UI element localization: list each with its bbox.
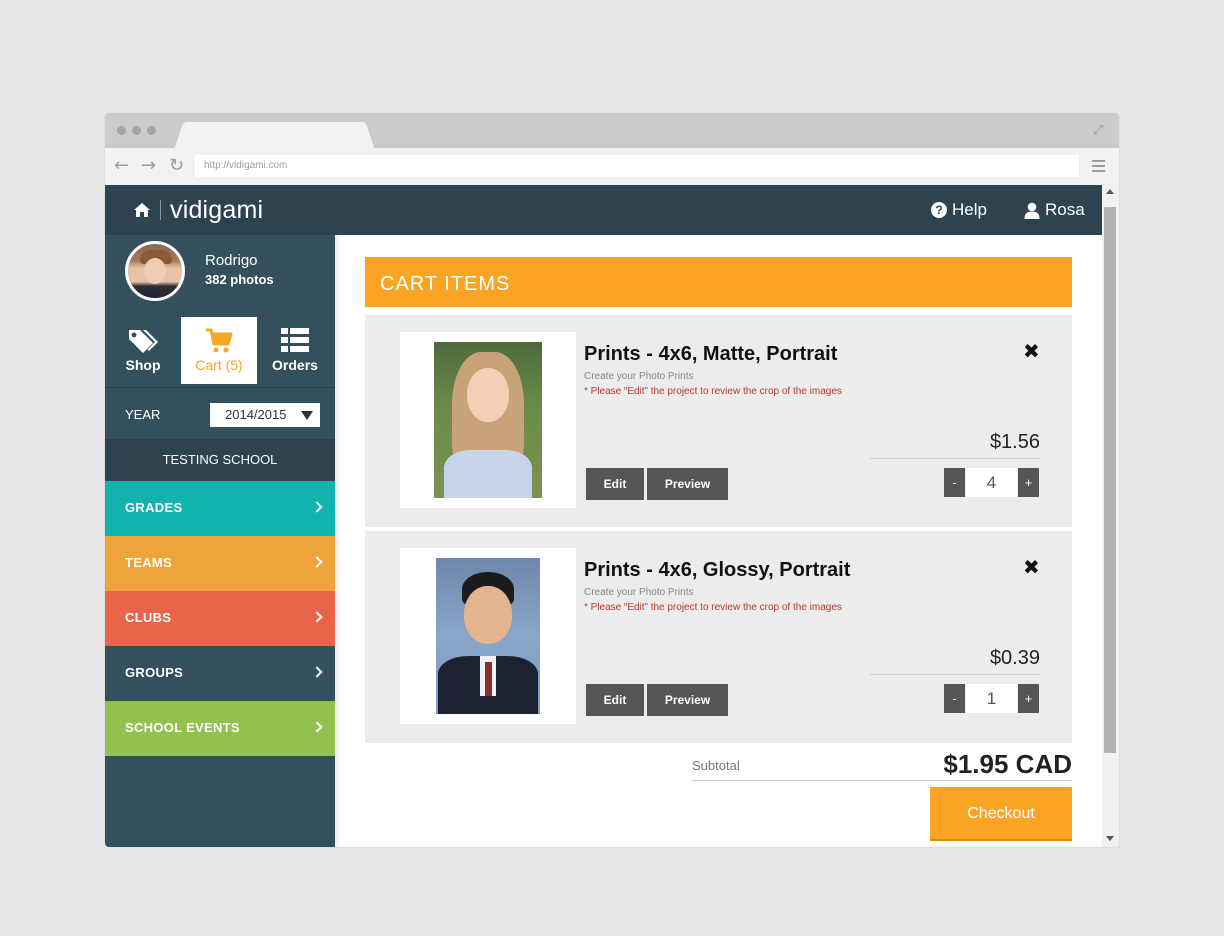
category-school-events[interactable]: SCHOOL EVENTS — [105, 701, 335, 756]
tab-shop[interactable]: Shop — [105, 317, 181, 384]
url-input[interactable]: http://vidigami.com — [195, 155, 1079, 177]
tab-orders-label: Orders — [272, 357, 318, 373]
browser-tab[interactable] — [187, 122, 362, 148]
profile-card: Rodrigo 382 photos — [105, 235, 335, 315]
list-icon — [281, 328, 309, 352]
forward-icon[interactable]: → — [141, 156, 156, 176]
logo-text: vidigami — [170, 196, 264, 224]
tags-icon — [129, 330, 158, 353]
chevron-right-icon — [311, 556, 323, 568]
chevron-right-icon — [311, 666, 323, 678]
chevron-right-icon — [311, 611, 323, 623]
user-menu[interactable]: Rosa — [1024, 200, 1085, 220]
chevron-right-icon — [311, 721, 323, 733]
app: vidigami ? Help Rosa Rodrigo 382 photos … — [105, 185, 1119, 847]
scroll-up-arrow-icon[interactable] — [1106, 189, 1114, 194]
tab-cart[interactable]: Cart (5) — [181, 317, 257, 384]
caret-down-icon — [301, 411, 313, 420]
main-content: CART ITEMS Prints - 4x6, Matte, Portrait… — [335, 235, 1102, 847]
expand-icon[interactable]: ⤢ — [1093, 123, 1107, 137]
close-icon[interactable]: ✖ — [1023, 558, 1041, 578]
reload-icon[interactable]: ↻ — [169, 156, 184, 176]
scroll-down-arrow-icon[interactable] — [1106, 836, 1114, 841]
item-price: $0.39 — [989, 647, 1040, 669]
scrollbar[interactable] — [1102, 185, 1119, 847]
item-subtitle: Create your Photo Prints — [584, 587, 694, 598]
window-controls[interactable] — [117, 126, 156, 135]
item-price: $1.56 — [989, 431, 1040, 453]
category-teams[interactable]: TEAMS — [105, 536, 335, 591]
category-label: CLUBS — [125, 610, 172, 625]
category-grades[interactable]: GRADES — [105, 481, 335, 536]
cart-icon — [206, 328, 233, 353]
preview-button[interactable]: Preview — [647, 468, 728, 500]
category-label: TEAMS — [125, 555, 172, 570]
help-link[interactable]: ? Help — [931, 200, 987, 220]
home-icon[interactable] — [133, 202, 151, 218]
browser-menu-icon[interactable] — [1092, 160, 1105, 172]
edit-button[interactable]: Edit — [586, 468, 644, 500]
item-subtitle: Create your Photo Prints — [584, 371, 694, 382]
school-name: TESTING SCHOOL — [105, 439, 335, 481]
subtotal-value: $1.95 CAD — [943, 749, 1072, 779]
user-icon — [1024, 202, 1040, 219]
cart-item: Prints - 4x6, Glossy, Portrait Create yo… — [365, 531, 1072, 743]
category-groups[interactable]: GROUPS — [105, 646, 335, 701]
user-label: Rosa — [1045, 200, 1085, 219]
item-note: * Please “Edit” the project to review th… — [584, 602, 842, 613]
sidebar-tabs: Shop Cart (5) Orders — [105, 317, 335, 384]
profile-name: Rodrigo — [205, 252, 258, 269]
chevron-right-icon — [311, 501, 323, 513]
sidebar: Rodrigo 382 photos Shop Cart (5) Orders … — [105, 235, 335, 847]
logo[interactable]: vidigami — [133, 197, 263, 223]
divider — [692, 780, 1072, 781]
top-nav: vidigami ? Help Rosa — [105, 185, 1102, 235]
item-thumbnail[interactable] — [400, 548, 576, 724]
checkout-button[interactable]: Checkout — [930, 787, 1072, 841]
cart-header: CART ITEMS — [365, 257, 1072, 307]
browser-window: ⤢ ← → ↻ http://vidigami.com vidigami ? H… — [105, 113, 1119, 847]
item-thumbnail[interactable] — [400, 332, 576, 508]
profile-photo-count: 382 photos — [205, 272, 274, 287]
avatar[interactable] — [125, 241, 185, 301]
portrait-photo — [434, 342, 542, 498]
quantity-increment-button[interactable]: + — [1018, 468, 1039, 497]
year-filter: YEAR 2014/2015 — [105, 387, 335, 439]
tab-cart-label: Cart (5) — [195, 357, 243, 373]
quantity-input[interactable]: 4 — [966, 468, 1017, 497]
quantity-increment-button[interactable]: + — [1018, 684, 1039, 713]
logo-divider — [160, 200, 161, 220]
quantity-decrement-button[interactable]: - — [944, 684, 965, 713]
tab-orders[interactable]: Orders — [257, 317, 333, 384]
close-icon[interactable]: ✖ — [1023, 342, 1041, 362]
tab-shop-label: Shop — [125, 357, 161, 373]
divider — [870, 674, 1040, 675]
scroll-thumb[interactable] — [1104, 207, 1116, 753]
category-clubs[interactable]: CLUBS — [105, 591, 335, 646]
portrait-photo — [436, 558, 540, 714]
category-label: GROUPS — [125, 665, 184, 680]
year-select[interactable]: 2014/2015 — [210, 403, 320, 427]
year-label: YEAR — [125, 407, 161, 422]
category-label: GRADES — [125, 500, 183, 515]
item-title: Prints - 4x6, Glossy, Portrait — [584, 559, 851, 581]
cart-item: Prints - 4x6, Matte, Portrait Create you… — [365, 315, 1072, 527]
browser-tabbar: ⤢ — [105, 113, 1119, 148]
divider — [870, 458, 1040, 459]
item-note: * Please “Edit” the project to review th… — [584, 386, 842, 397]
help-label: Help — [952, 200, 987, 219]
question-icon: ? — [931, 202, 947, 218]
preview-button[interactable]: Preview — [647, 684, 728, 716]
category-label: SCHOOL EVENTS — [125, 720, 240, 735]
address-bar: ← → ↻ http://vidigami.com — [105, 148, 1119, 185]
year-selected-value: 2014/2015 — [225, 407, 287, 422]
quantity-decrement-button[interactable]: - — [944, 468, 965, 497]
quantity-input[interactable]: 1 — [966, 684, 1017, 713]
item-title: Prints - 4x6, Matte, Portrait — [584, 343, 838, 365]
subtotal-label: Subtotal — [692, 758, 740, 773]
edit-button[interactable]: Edit — [586, 684, 644, 716]
back-icon[interactable]: ← — [114, 156, 129, 176]
